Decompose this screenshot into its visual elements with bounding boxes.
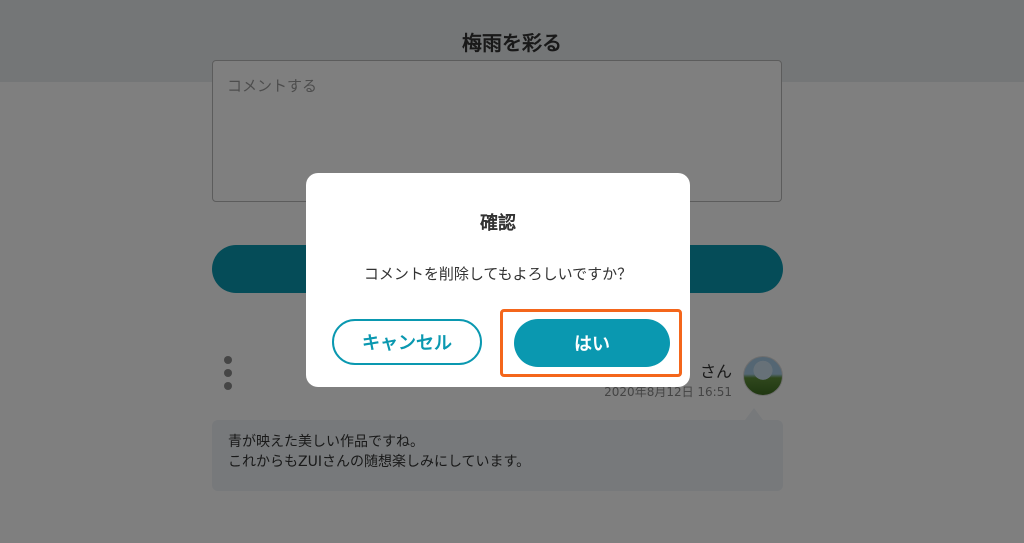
dialog-message: コメントを削除してもよろしいですか？ (363, 265, 633, 283)
cancel-button-label: キャンセル (362, 333, 452, 354)
dialog-title: 確認 (480, 213, 516, 234)
highlight-box (500, 309, 682, 377)
cancel-button[interactable]: キャンセル (332, 319, 482, 365)
